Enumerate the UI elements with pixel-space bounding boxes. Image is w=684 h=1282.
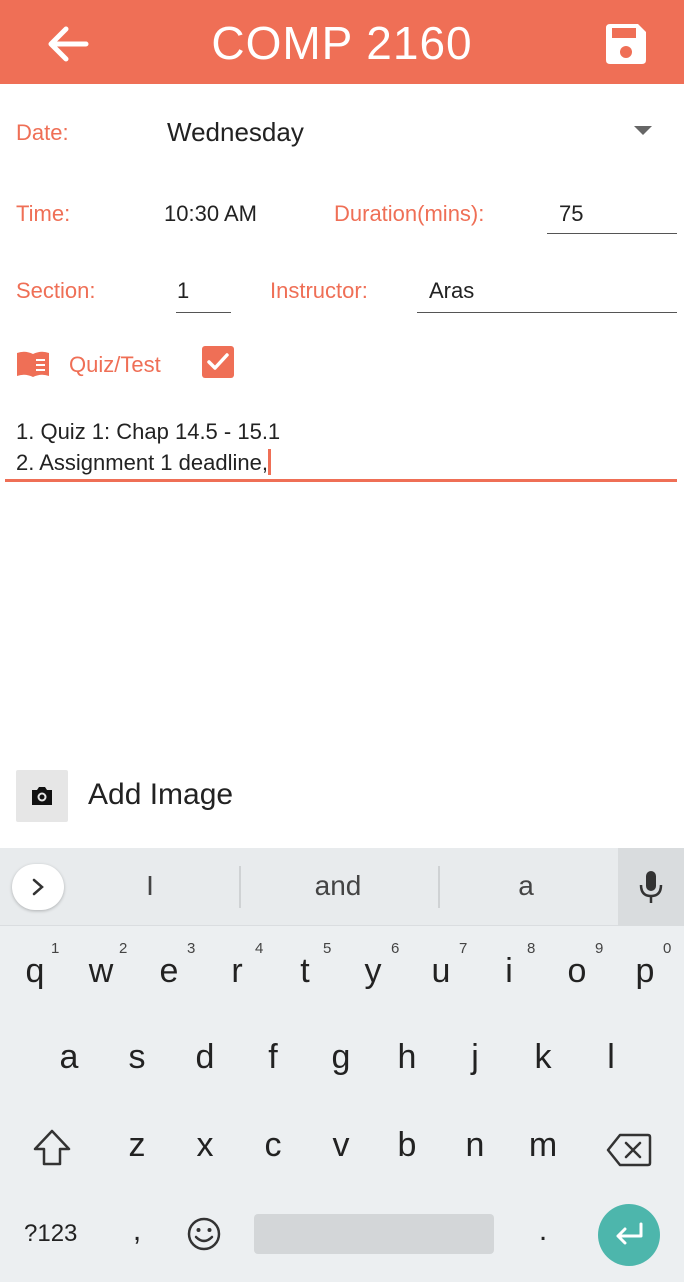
key-g[interactable]: g xyxy=(316,1038,366,1077)
enter-button[interactable] xyxy=(598,1204,660,1266)
key-hint-2: 2 xyxy=(119,940,128,957)
add-image-label[interactable]: Add Image xyxy=(88,778,233,812)
key-hint-4: 4 xyxy=(255,940,264,957)
book-icon xyxy=(17,351,49,377)
key-l[interactable]: l xyxy=(586,1038,636,1077)
suggestion-1[interactable]: I xyxy=(100,870,200,902)
microphone-icon xyxy=(639,871,663,903)
microphone-button[interactable] xyxy=(618,848,684,926)
key-period[interactable]: . xyxy=(518,1214,568,1248)
expand-toolbar-button[interactable] xyxy=(12,864,64,910)
suggestion-bar: I and a xyxy=(0,848,684,926)
quiz-test-label: Quiz/Test xyxy=(69,352,161,377)
key-u[interactable]: u xyxy=(416,952,466,991)
suggestion-2[interactable]: and xyxy=(288,870,388,902)
add-image-button[interactable] xyxy=(16,770,68,822)
key-v[interactable]: v xyxy=(316,1126,366,1165)
text-cursor xyxy=(267,449,271,475)
key-hint-7: 7 xyxy=(459,940,468,957)
instructor-field[interactable]: Aras xyxy=(429,278,474,304)
key-z[interactable]: z xyxy=(112,1126,162,1165)
shift-icon[interactable] xyxy=(32,1128,72,1168)
page-title: COMP 2160 xyxy=(211,17,473,69)
section-underline xyxy=(176,312,231,313)
key-hint-1: 1 xyxy=(51,940,60,957)
key-x[interactable]: x xyxy=(180,1126,230,1165)
save-icon[interactable] xyxy=(602,20,650,68)
key-comma[interactable]: , xyxy=(112,1214,162,1248)
notes-text: 1. Quiz 1: Chap 14.5 - 15.1 2. Assignmen… xyxy=(16,419,281,475)
notes-underline xyxy=(5,479,677,482)
key-n[interactable]: n xyxy=(450,1126,500,1165)
key-hint-3: 3 xyxy=(187,940,196,957)
quiz-test-checkbox[interactable] xyxy=(202,346,234,378)
duration-field[interactable]: 75 xyxy=(559,201,583,227)
space-bar[interactable] xyxy=(254,1214,494,1254)
key-d[interactable]: d xyxy=(180,1038,230,1077)
key-i[interactable]: i xyxy=(484,952,534,991)
key-hint-0: 0 xyxy=(663,940,672,957)
notes-textarea[interactable]: 1. Quiz 1: Chap 14.5 - 15.1 2. Assignmen… xyxy=(16,416,676,478)
key-f[interactable]: f xyxy=(248,1038,298,1077)
key-e[interactable]: e xyxy=(144,952,194,991)
emoji-icon[interactable] xyxy=(186,1216,222,1252)
key-m[interactable]: m xyxy=(518,1126,568,1165)
date-dropdown-value[interactable]: Wednesday xyxy=(167,117,304,148)
key-hint-5: 5 xyxy=(323,940,332,957)
key-hint-9: 9 xyxy=(595,940,604,957)
date-label: Date: xyxy=(16,120,69,145)
duration-label: Duration(mins): xyxy=(334,201,485,226)
key-q[interactable]: q xyxy=(10,952,60,991)
backspace-icon[interactable] xyxy=(606,1132,652,1168)
key-h[interactable]: h xyxy=(382,1038,432,1077)
instructor-underline xyxy=(417,312,677,313)
key-w[interactable]: w xyxy=(76,952,126,991)
key-hint-8: 8 xyxy=(527,940,536,957)
key-r[interactable]: r xyxy=(212,952,262,991)
duration-underline xyxy=(547,233,677,234)
suggestion-divider xyxy=(438,866,440,908)
key-j[interactable]: j xyxy=(450,1038,500,1077)
chevron-down-icon[interactable] xyxy=(634,126,652,135)
key-y[interactable]: y xyxy=(348,952,398,991)
key-k[interactable]: k xyxy=(518,1038,568,1077)
enter-arrow-icon xyxy=(616,1222,643,1245)
key-t[interactable]: t xyxy=(280,952,330,991)
key-b[interactable]: b xyxy=(382,1126,432,1165)
instructor-label: Instructor: xyxy=(270,278,368,303)
time-value[interactable]: 10:30 AM xyxy=(164,201,257,227)
check-icon xyxy=(207,353,229,370)
app-bar: COMP 2160 xyxy=(0,0,684,84)
camera-icon xyxy=(32,787,52,805)
symbols-key[interactable]: ?123 xyxy=(24,1220,77,1248)
section-label: Section: xyxy=(16,278,96,303)
key-p[interactable]: p xyxy=(620,952,670,991)
chevron-right-icon xyxy=(32,878,44,896)
key-hint-6: 6 xyxy=(391,940,400,957)
key-a[interactable]: a xyxy=(44,1038,94,1077)
key-s[interactable]: s xyxy=(112,1038,162,1077)
key-o[interactable]: o xyxy=(552,952,602,991)
section-field[interactable]: 1 xyxy=(177,278,189,304)
time-label: Time: xyxy=(16,201,71,226)
suggestion-divider xyxy=(239,866,241,908)
suggestion-3[interactable]: a xyxy=(476,870,576,902)
key-c[interactable]: c xyxy=(248,1126,298,1165)
